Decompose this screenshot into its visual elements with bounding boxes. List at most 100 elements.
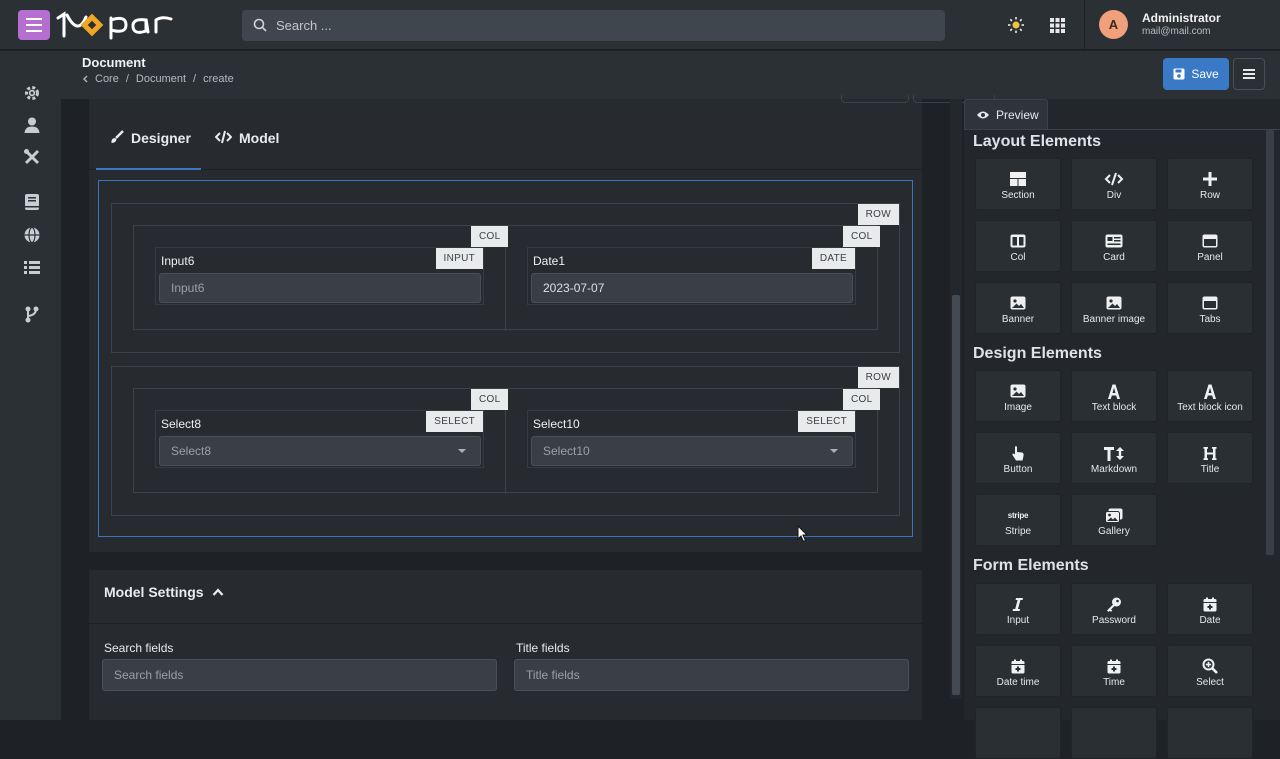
search-plus-icon xyxy=(1202,657,1218,675)
element-tile-partial[interactable] xyxy=(1071,707,1157,759)
select10-dropdown[interactable]: Select10 xyxy=(531,436,853,466)
field-type-tag[interactable]: SELECT xyxy=(426,411,483,432)
apps-grid-icon[interactable] xyxy=(1046,14,1068,36)
element-tile-section[interactable]: Section xyxy=(975,158,1061,210)
chevron-left-icon[interactable] xyxy=(82,75,88,83)
avatar[interactable]: A xyxy=(1099,10,1128,39)
element-tile-div[interactable]: Div xyxy=(1071,158,1157,210)
element-tile-text-block-icon[interactable]: Text block icon xyxy=(1167,370,1253,422)
element-tile-select[interactable]: Select xyxy=(1167,645,1253,697)
element-tile-banner[interactable]: Banner xyxy=(975,282,1061,334)
element-tile-banner-image[interactable]: Banner image xyxy=(1071,282,1157,334)
element-tile-text-block[interactable]: Text block xyxy=(1071,370,1157,422)
element-tile-markdown[interactable]: Markdown xyxy=(1071,432,1157,484)
tabs-icon xyxy=(1202,294,1218,312)
user-icon[interactable] xyxy=(22,115,42,135)
image-icon xyxy=(1010,294,1026,312)
field-type-tag[interactable]: INPUT xyxy=(435,248,483,269)
layout-row[interactable]: ROW COL COL INPUT Input6 Input6 DATE Dat… xyxy=(111,203,900,353)
design-canvas[interactable]: ROW COL COL INPUT Input6 Input6 DATE Dat… xyxy=(98,180,913,537)
search-fields-input[interactable]: Search fields xyxy=(102,659,497,691)
menu-toggle-button[interactable] xyxy=(18,10,50,40)
field-type-tag[interactable]: SELECT xyxy=(798,411,855,432)
field-type-tag[interactable]: DATE xyxy=(811,248,855,269)
date-component[interactable]: DATE Date1 2023-07-07 xyxy=(527,247,856,305)
eye-icon xyxy=(977,111,989,118)
toolbar-button[interactable] xyxy=(841,95,909,103)
element-tile-stripe[interactable]: stripe Stripe xyxy=(975,494,1061,546)
user-name[interactable]: Administrator xyxy=(1142,11,1221,25)
element-tile-label: Text block icon xyxy=(1177,402,1243,413)
save-button[interactable]: Save xyxy=(1163,58,1229,90)
letter-a-icon xyxy=(1107,382,1121,400)
globe-icon[interactable] xyxy=(22,225,42,245)
element-tile-tabs[interactable]: Tabs xyxy=(1167,282,1253,334)
book-icon[interactable] xyxy=(22,192,42,212)
tab-model[interactable]: Model xyxy=(215,113,279,170)
select-component[interactable]: SELECT Select8 Select8 xyxy=(155,410,484,468)
date1-field[interactable]: 2023-07-07 xyxy=(531,273,853,303)
layout-row[interactable]: ROW COL COL SELECT Select8 Select8 SELEC… xyxy=(111,366,900,516)
element-tile-password[interactable]: Password xyxy=(1071,583,1157,635)
element-tile-partial[interactable] xyxy=(1167,707,1253,759)
field-label: Select10 xyxy=(533,417,580,431)
app-logo[interactable] xyxy=(56,10,186,40)
element-tile-row[interactable]: Row xyxy=(1167,158,1253,210)
tools-icon[interactable] xyxy=(22,147,42,167)
element-tile-label: Button xyxy=(1003,464,1033,475)
tab-designer[interactable]: Designer xyxy=(96,113,201,170)
model-settings-toggle[interactable]: Model Settings xyxy=(104,584,224,600)
user-email: mail@mail.com xyxy=(1142,26,1211,37)
col-tag[interactable]: COL xyxy=(843,226,881,247)
select8-dropdown[interactable]: Select8 xyxy=(159,436,481,466)
element-tile-button[interactable]: Button xyxy=(975,432,1061,484)
element-tile-col[interactable]: Col xyxy=(975,220,1061,272)
col-tag[interactable]: COL xyxy=(471,226,509,247)
element-tile-input[interactable]: Input xyxy=(975,583,1061,635)
breadcrumb-item[interactable]: Document xyxy=(136,73,186,85)
breadcrumb-item[interactable]: Core xyxy=(95,73,119,85)
element-tile-date-time[interactable]: Date time xyxy=(975,645,1061,697)
gear-icon[interactable] xyxy=(22,83,42,103)
element-tile-time[interactable]: Time xyxy=(1071,645,1157,697)
col-tag[interactable]: COL xyxy=(471,389,509,410)
col-tag[interactable]: COL xyxy=(843,389,881,410)
search-input[interactable] xyxy=(276,10,936,41)
model-settings-card: Model Settings Search fields Search fiel… xyxy=(89,570,922,720)
branch-icon[interactable] xyxy=(22,304,42,324)
main-scrollbar-thumb[interactable] xyxy=(952,295,960,695)
caret-down-icon xyxy=(830,449,838,453)
element-tile-label: Stripe xyxy=(1004,526,1032,537)
row-tag[interactable]: ROW xyxy=(857,204,899,225)
input-component[interactable]: INPUT Input6 Input6 xyxy=(155,247,484,305)
input6-field[interactable]: Input6 xyxy=(159,273,481,303)
field-label: Input6 xyxy=(161,254,195,268)
designer-card: Designer Model ROW COL COL INPUT Input6 … xyxy=(89,95,995,552)
row-tag[interactable]: ROW xyxy=(857,367,899,388)
select-component[interactable]: SELECT Select10 Select10 xyxy=(527,410,856,468)
element-tile-label: Text block xyxy=(1091,402,1137,413)
global-search[interactable] xyxy=(242,10,945,41)
chevron-up-icon xyxy=(212,588,223,596)
title-fields-input[interactable]: Title fields xyxy=(514,659,909,691)
code-icon xyxy=(1104,170,1124,188)
panel-icon xyxy=(1202,232,1218,250)
calendar-icon xyxy=(1107,657,1121,675)
panel-scrollbar[interactable] xyxy=(1266,130,1274,555)
tab-label: Designer xyxy=(131,130,191,146)
more-menu-button[interactable] xyxy=(1233,58,1265,90)
list-icon[interactable] xyxy=(22,257,42,277)
element-tile-title[interactable]: Title xyxy=(1167,432,1253,484)
element-tile-card[interactable]: Card xyxy=(1071,220,1157,272)
mouse-cursor-icon xyxy=(797,525,809,543)
element-tile-partial[interactable] xyxy=(975,707,1061,759)
element-tile-image[interactable]: Image xyxy=(975,370,1061,422)
user-divider xyxy=(1084,0,1085,50)
element-tile-label: Banner image xyxy=(1082,314,1146,325)
element-tile-panel[interactable]: Panel xyxy=(1167,220,1253,272)
element-tile-gallery[interactable]: Gallery xyxy=(1071,494,1157,546)
preview-button[interactable]: Preview xyxy=(964,99,1048,129)
field-label: Date1 xyxy=(533,254,566,268)
element-tile-date[interactable]: Date xyxy=(1167,583,1253,635)
theme-toggle-icon[interactable] xyxy=(1005,14,1027,36)
